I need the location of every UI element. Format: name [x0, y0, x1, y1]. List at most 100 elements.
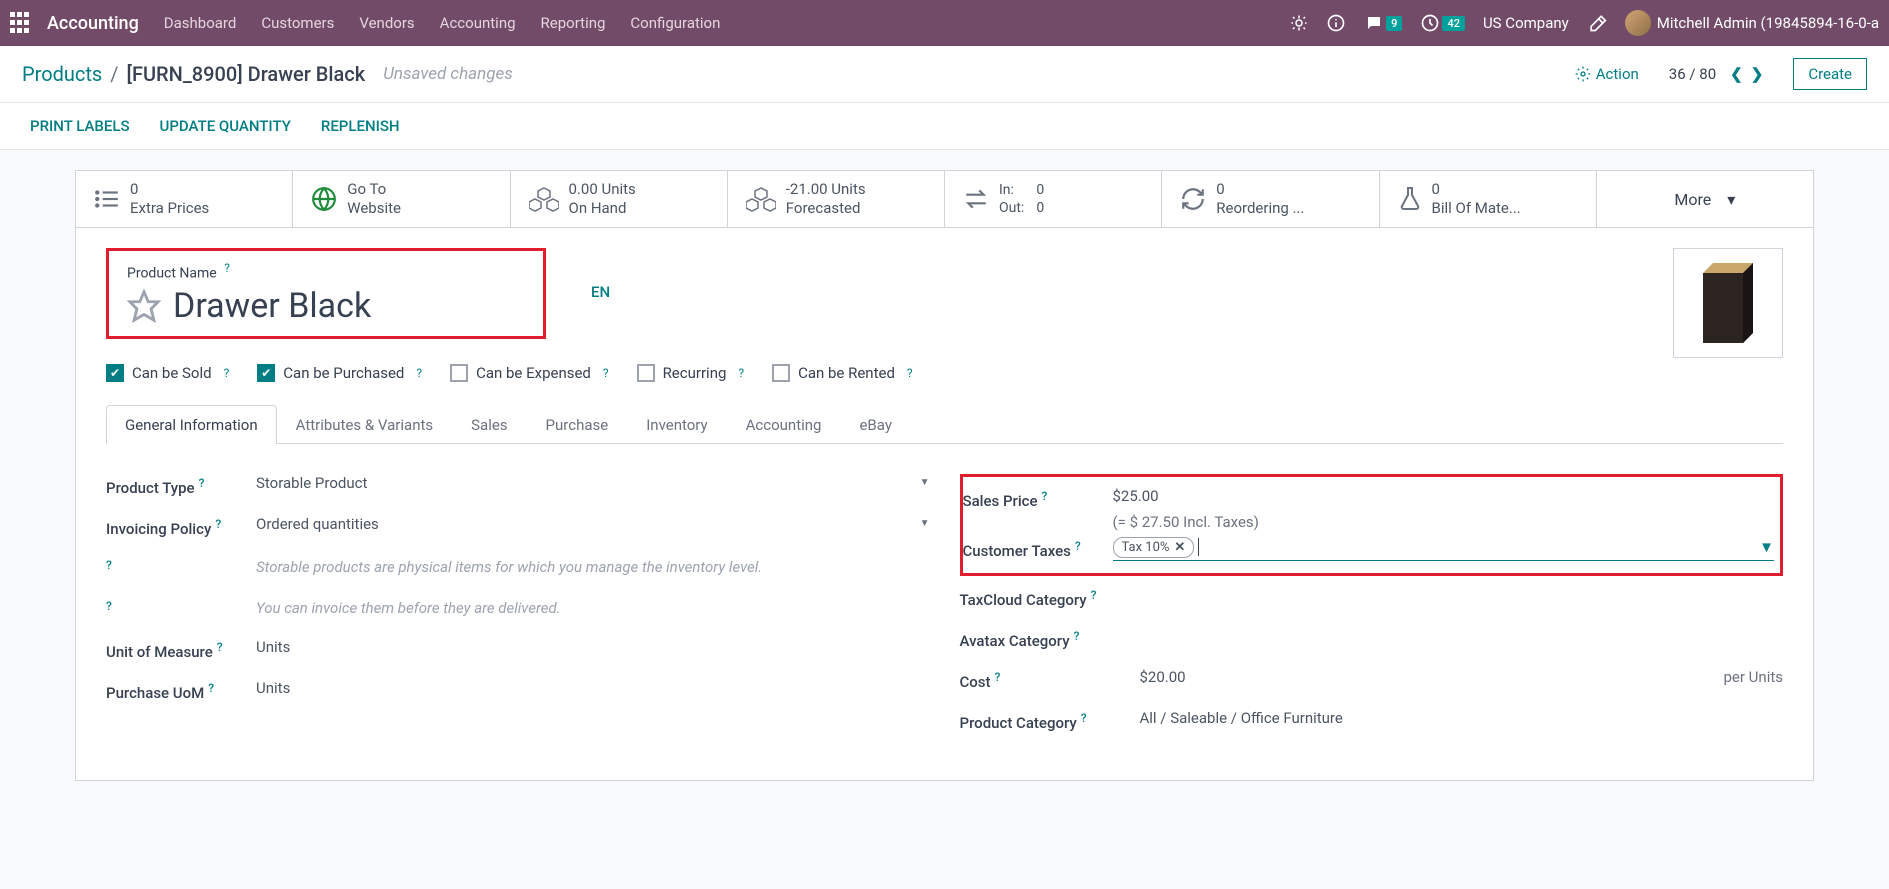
stat-on-hand[interactable]: 0.00 UnitsOn Hand [511, 171, 728, 227]
category-label: Product Category? [960, 709, 1140, 732]
check-can-be-expensed[interactable]: Can be Expensed? [450, 364, 608, 382]
help-icon[interactable]: ? [738, 366, 744, 380]
right-column: Sales Price? $25.00 (= $ 27.50 Incl. Tax… [960, 474, 1784, 750]
help-icon[interactable]: ? [416, 366, 422, 380]
breadcrumb-root[interactable]: Products [22, 62, 102, 86]
help-icon[interactable]: ? [224, 261, 230, 275]
bug-icon[interactable] [1290, 14, 1308, 32]
tab-sales[interactable]: Sales [452, 405, 526, 444]
tab-purchase[interactable]: Purchase [527, 405, 628, 444]
tools-icon[interactable] [1587, 13, 1607, 33]
help-icon[interactable]: ? [907, 366, 913, 380]
help-icon[interactable]: ? [1075, 539, 1081, 553]
checkbox-icon: ✔ [257, 364, 275, 382]
invoicing-policy-select[interactable]: Ordered quantities▼ [256, 515, 930, 533]
nav-customers[interactable]: Customers [261, 14, 334, 32]
check-recurring[interactable]: Recurring? [637, 364, 745, 382]
navbar: Accounting Dashboard Customers Vendors A… [0, 0, 1889, 46]
left-column: Product Type? Storable Product▼ Invoicin… [106, 474, 930, 750]
customer-taxes-label: Customer Taxes? [963, 537, 1113, 560]
invoice-note: You can invoice them before they are del… [256, 597, 930, 620]
help-icon[interactable]: ? [1081, 711, 1087, 725]
messages-icon[interactable]: 9 [1364, 14, 1402, 32]
update-quantity-button[interactable]: UPDATE QUANTITY [160, 117, 291, 135]
sales-price-incl: (= $ 27.50 Incl. Taxes) [1113, 513, 1775, 531]
tab-general-information[interactable]: General Information [106, 405, 277, 444]
check-can-be-rented[interactable]: Can be Rented? [772, 364, 913, 382]
nav-reporting[interactable]: Reporting [541, 14, 606, 32]
nav-vendors[interactable]: Vendors [359, 14, 414, 32]
product-type-select[interactable]: Storable Product▼ [256, 474, 930, 492]
nav-configuration[interactable]: Configuration [630, 14, 720, 32]
caret-down-icon: ▼ [920, 477, 930, 488]
help-icon[interactable]: ? [215, 517, 221, 531]
tab-attributes-variants[interactable]: Attributes & Variants [277, 405, 452, 444]
stat-forecasted[interactable]: -21.00 UnitsForecasted [728, 171, 945, 227]
uom-value[interactable]: Units [256, 638, 930, 656]
help-icon[interactable]: ? [1091, 588, 1097, 602]
replenish-button[interactable]: REPLENISH [321, 117, 400, 135]
apps-icon[interactable] [10, 12, 32, 34]
product-name-highlight: Product Name ? Drawer Black [106, 248, 546, 339]
stat-reordering[interactable]: 0Reordering ... [1162, 171, 1379, 227]
pager-next[interactable]: ❯ [1751, 65, 1764, 83]
puom-value[interactable]: Units [256, 679, 930, 697]
product-image[interactable] [1673, 248, 1783, 358]
tabs: General Information Attributes & Variant… [106, 404, 1783, 444]
caret-down-icon[interactable]: ▼ [1759, 538, 1774, 556]
cost-value[interactable]: $20.00 [1140, 668, 1186, 686]
avatax-label: Avatax Category? [960, 627, 1140, 650]
pager-prev[interactable]: ❮ [1730, 65, 1743, 83]
globe-icon [311, 186, 337, 212]
stat-buttons: 0Extra Prices Go ToWebsite 0.00 UnitsOn … [76, 171, 1813, 228]
help-icon[interactable]: ? [106, 558, 112, 572]
product-type-label: Product Type? [106, 474, 256, 497]
print-labels-button[interactable]: PRINT LABELS [30, 117, 130, 135]
help-icon[interactable]: ? [217, 640, 223, 654]
favorite-star-icon[interactable] [127, 289, 161, 323]
checkbox-icon: ✔ [106, 364, 124, 382]
refresh-icon [1180, 186, 1206, 212]
pager-count[interactable]: 36 / 80 [1669, 65, 1716, 83]
category-value[interactable]: All / Saleable / Office Furniture [1140, 709, 1784, 727]
stat-more[interactable]: More ▾ [1597, 171, 1813, 227]
user-name-label: Mitchell Admin (19845894-16-0-a [1657, 14, 1879, 32]
activities-icon[interactable]: 42 [1420, 13, 1465, 33]
help-icon[interactable]: ? [1042, 489, 1048, 503]
tax-tag[interactable]: Tax 10% ✕ [1113, 537, 1195, 558]
list-icon [94, 188, 120, 210]
nav-accounting[interactable]: Accounting [440, 14, 516, 32]
create-button[interactable]: Create [1793, 58, 1867, 90]
help-icon[interactable]: ? [106, 599, 112, 613]
help-icon[interactable]: ? [995, 670, 1001, 684]
app-brand[interactable]: Accounting [47, 13, 139, 34]
check-can-be-sold[interactable]: ✔ Can be Sold? [106, 364, 229, 382]
help-icon[interactable]: ? [199, 476, 205, 490]
tab-inventory[interactable]: Inventory [627, 405, 726, 444]
language-badge[interactable]: EN [591, 283, 610, 354]
customer-taxes-input[interactable]: Tax 10% ✕ ▼ [1113, 537, 1775, 561]
sales-price-value[interactable]: $25.00 [1113, 487, 1775, 505]
actions-row: PRINT LABELS UPDATE QUANTITY REPLENISH [0, 103, 1889, 150]
support-icon[interactable] [1326, 13, 1346, 33]
check-can-be-purchased[interactable]: ✔ Can be Purchased? [257, 364, 422, 382]
user-menu[interactable]: Mitchell Admin (19845894-16-0-a [1625, 10, 1879, 36]
help-icon[interactable]: ? [603, 366, 609, 380]
transfer-icon [963, 188, 989, 210]
company-switcher[interactable]: US Company [1483, 14, 1569, 32]
help-icon[interactable]: ? [224, 366, 230, 380]
product-name-input[interactable]: Drawer Black [173, 286, 371, 326]
nav-dashboard[interactable]: Dashboard [164, 14, 237, 32]
tab-accounting[interactable]: Accounting [727, 405, 841, 444]
help-icon[interactable]: ? [1074, 629, 1080, 643]
action-menu[interactable]: Action [1575, 65, 1639, 83]
stat-extra-prices[interactable]: 0Extra Prices [76, 171, 293, 227]
help-icon[interactable]: ? [208, 681, 214, 695]
tab-ebay[interactable]: eBay [840, 405, 910, 444]
invoicing-policy-label: Invoicing Policy? [106, 515, 256, 538]
taxcloud-label: TaxCloud Category? [960, 586, 1140, 609]
stat-bom[interactable]: 0Bill Of Mate... [1380, 171, 1597, 227]
stat-in-out[interactable]: In:0 Out:0 [945, 171, 1162, 227]
stat-website[interactable]: Go ToWebsite [293, 171, 510, 227]
tag-remove-icon[interactable]: ✕ [1174, 540, 1185, 555]
